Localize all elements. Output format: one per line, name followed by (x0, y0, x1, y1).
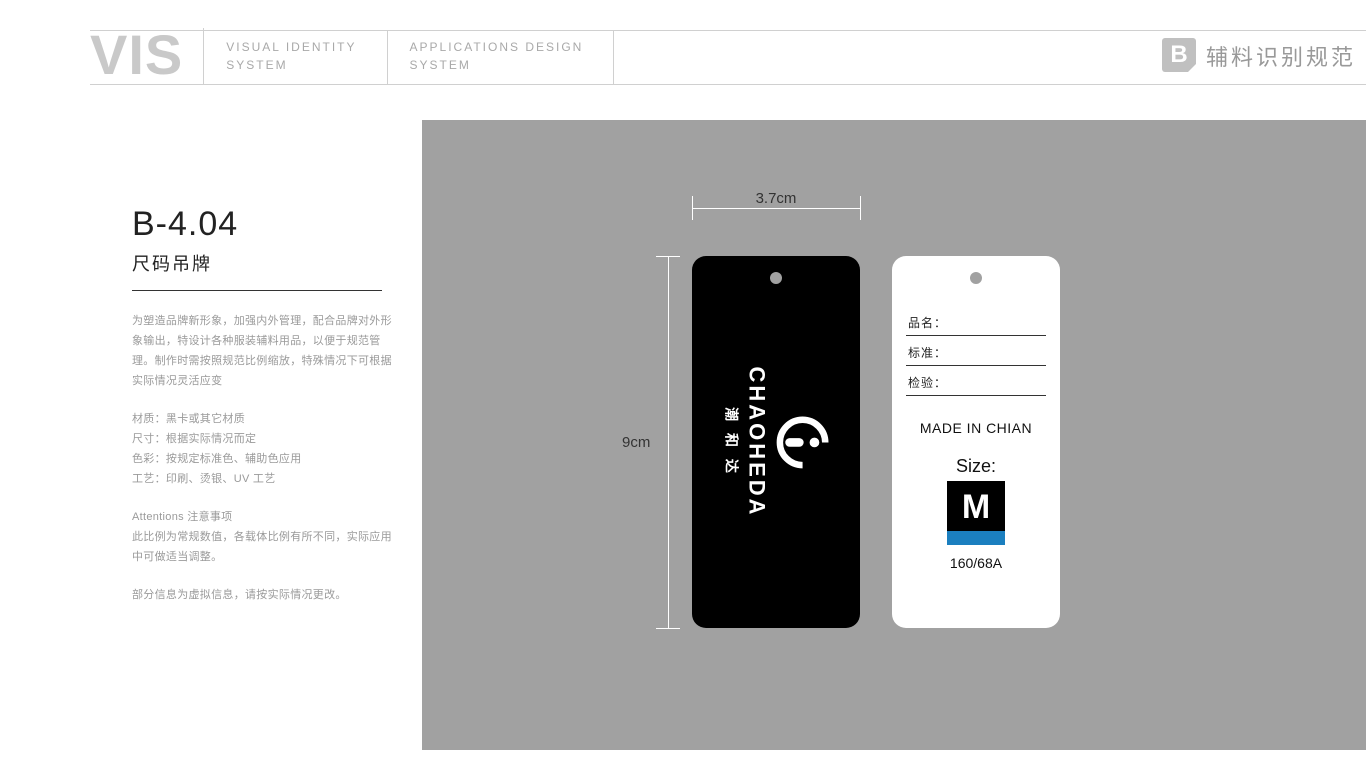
header-sub2-line2: SYSTEM (410, 56, 584, 74)
attentions-heading: Attentions 注意事项 (132, 507, 392, 527)
page-title: 尺码吊牌 (132, 250, 392, 276)
header-sub2: APPLICATIONS DESIGN SYSTEM (388, 30, 615, 84)
dimension-height-line (668, 256, 669, 628)
dimension-height-label: 9cm (622, 434, 650, 451)
footnote: 部分信息为虚拟信息，请按实际情况更改。 (132, 585, 392, 605)
hangtag-front: CHAOHEDA 潮 和 达 (692, 256, 860, 628)
dimension-tick (656, 628, 680, 629)
attentions-body: 此比例为常规数值，各载体比例有所不同，实际应用中可做适当调整。 (132, 527, 392, 567)
made-in-label: MADE IN CHIAN (906, 420, 1046, 436)
header-sub1-line1: VISUAL IDENTITY (226, 38, 356, 56)
section-badge-letter: B (1170, 41, 1187, 69)
header-sub1: VISUAL IDENTITY SYSTEM (204, 30, 387, 84)
dimension-width-label: 3.7cm (692, 190, 860, 207)
field-inspection: 检验： (906, 366, 1046, 396)
hangtag-hole-icon (770, 272, 782, 284)
dimension-width-line (692, 208, 860, 209)
brand-logo: CHAOHEDA 潮 和 达 (722, 366, 830, 517)
brand-name-en: CHAOHEDA (744, 366, 770, 517)
spec-size: 尺寸：根据实际情况而定 (132, 429, 392, 449)
preview-stage: 3.7cm 9cm CHAOHEDA 潮 和 达 品名： 标准： 检验： MAD… (422, 120, 1366, 750)
dimension-tick (860, 196, 861, 220)
size-color-bar (947, 531, 1005, 545)
field-product-name: 品名： (906, 306, 1046, 336)
size-letter: M (947, 487, 1005, 527)
divider (132, 290, 382, 291)
size-code: 160/68A (906, 555, 1046, 571)
spec-color: 色彩：按规定标准色、辅助色应用 (132, 449, 392, 469)
section-title: 辅料识别规范 (1206, 40, 1366, 72)
field-standard: 标准： (906, 336, 1046, 366)
dimension-tick (656, 256, 680, 257)
section-badge: B (1162, 38, 1196, 72)
header-sub2-line1: APPLICATIONS DESIGN (410, 38, 584, 56)
dimension-width: 3.7cm (692, 190, 860, 213)
spec-list: 材质：黑卡或其它材质 尺寸：根据实际情况而定 色彩：按规定标准色、辅助色应用 工… (132, 409, 392, 489)
hangtag-hole-icon (970, 272, 982, 284)
dimension-tick (692, 196, 693, 220)
brand-logo-icon (776, 415, 830, 469)
size-box: M (947, 481, 1005, 545)
header-sub1-line2: SYSTEM (226, 56, 356, 74)
description-text: 为塑造品牌新形象，加强内外管理，配合品牌对外形象输出，特设计各种服装辅料用品，以… (132, 311, 392, 391)
hangtag-back: 品名： 标准： 检验： MADE IN CHIAN Size: M 160/68… (892, 256, 1060, 628)
page-code: B-4.04 (132, 205, 392, 244)
badge-corner-icon (1187, 63, 1197, 73)
spec-material: 材质：黑卡或其它材质 (132, 409, 392, 429)
spec-process: 工艺：印刷、烫银、UV 工艺 (132, 469, 392, 489)
vis-logo: VIS (90, 28, 204, 84)
header-rule (90, 84, 1366, 85)
size-heading: Size: (906, 456, 1046, 477)
brand-name-cn: 潮 和 达 (722, 407, 742, 477)
info-column: B-4.04 尺码吊牌 为塑造品牌新形象，加强内外管理，配合品牌对外形象输出，特… (132, 205, 392, 605)
